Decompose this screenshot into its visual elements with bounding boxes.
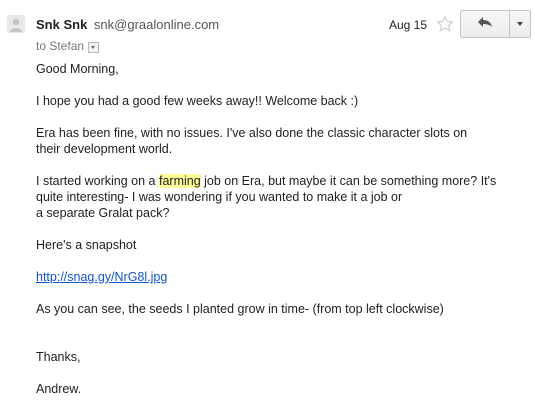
highlighted-word: farming (158, 174, 201, 188)
started-text-after: job on Era, but maybe it can be somethin… (200, 174, 497, 188)
welcome-text: I hope you had a good few weeks away!! W… (36, 94, 359, 108)
message-date: Aug 15 (389, 18, 428, 32)
reply-button[interactable] (461, 11, 509, 37)
reply-arrow-icon (477, 15, 493, 33)
started-paragraph: I started working on a farming job on Er… (36, 173, 526, 221)
era-line-2: their development world. (36, 142, 173, 156)
sender-line: Snk Snk snk@graalonline.com (36, 17, 219, 32)
snapshot-text: Here's a snapshot (36, 238, 137, 252)
greeting-text: Good Morning, (36, 62, 119, 76)
message-header: Snk Snk snk@graalonline.com to Stefan Au… (0, 0, 535, 60)
more-options-button[interactable] (510, 11, 530, 37)
started-text-before: I started working on a (36, 174, 159, 188)
sender-email: snk@graalonline.com (93, 17, 220, 32)
star-outline-icon[interactable] (436, 15, 454, 33)
started-line-3: a separate Gralat pack? (36, 206, 170, 220)
thanks-text: Thanks, (36, 350, 81, 364)
show-details-icon[interactable] (88, 41, 100, 53)
snapshot-link-line: http://snag.gy/NrG8l.jpg (36, 269, 167, 285)
started-line-2: quite interesting- I was wondering if yo… (36, 190, 403, 204)
sender-name[interactable]: Snk Snk (36, 17, 87, 32)
chevron-down-icon (517, 22, 523, 26)
recipient-line: to Stefan (36, 39, 100, 53)
default-avatar-icon[interactable] (7, 15, 25, 33)
signature-text: Andrew. (36, 382, 82, 396)
reply-button-group (460, 10, 531, 38)
era-paragraph: Era has been fine, with no issues. I've … (36, 125, 526, 157)
recipient-label: to Stefan (36, 39, 85, 53)
seeds-text: As you can see, the seeds I planted grow… (36, 302, 444, 316)
era-line-1: Era has been fine, with no issues. I've … (36, 126, 468, 140)
snapshot-link[interactable]: http://snag.gy/NrG8l.jpg (36, 270, 167, 284)
